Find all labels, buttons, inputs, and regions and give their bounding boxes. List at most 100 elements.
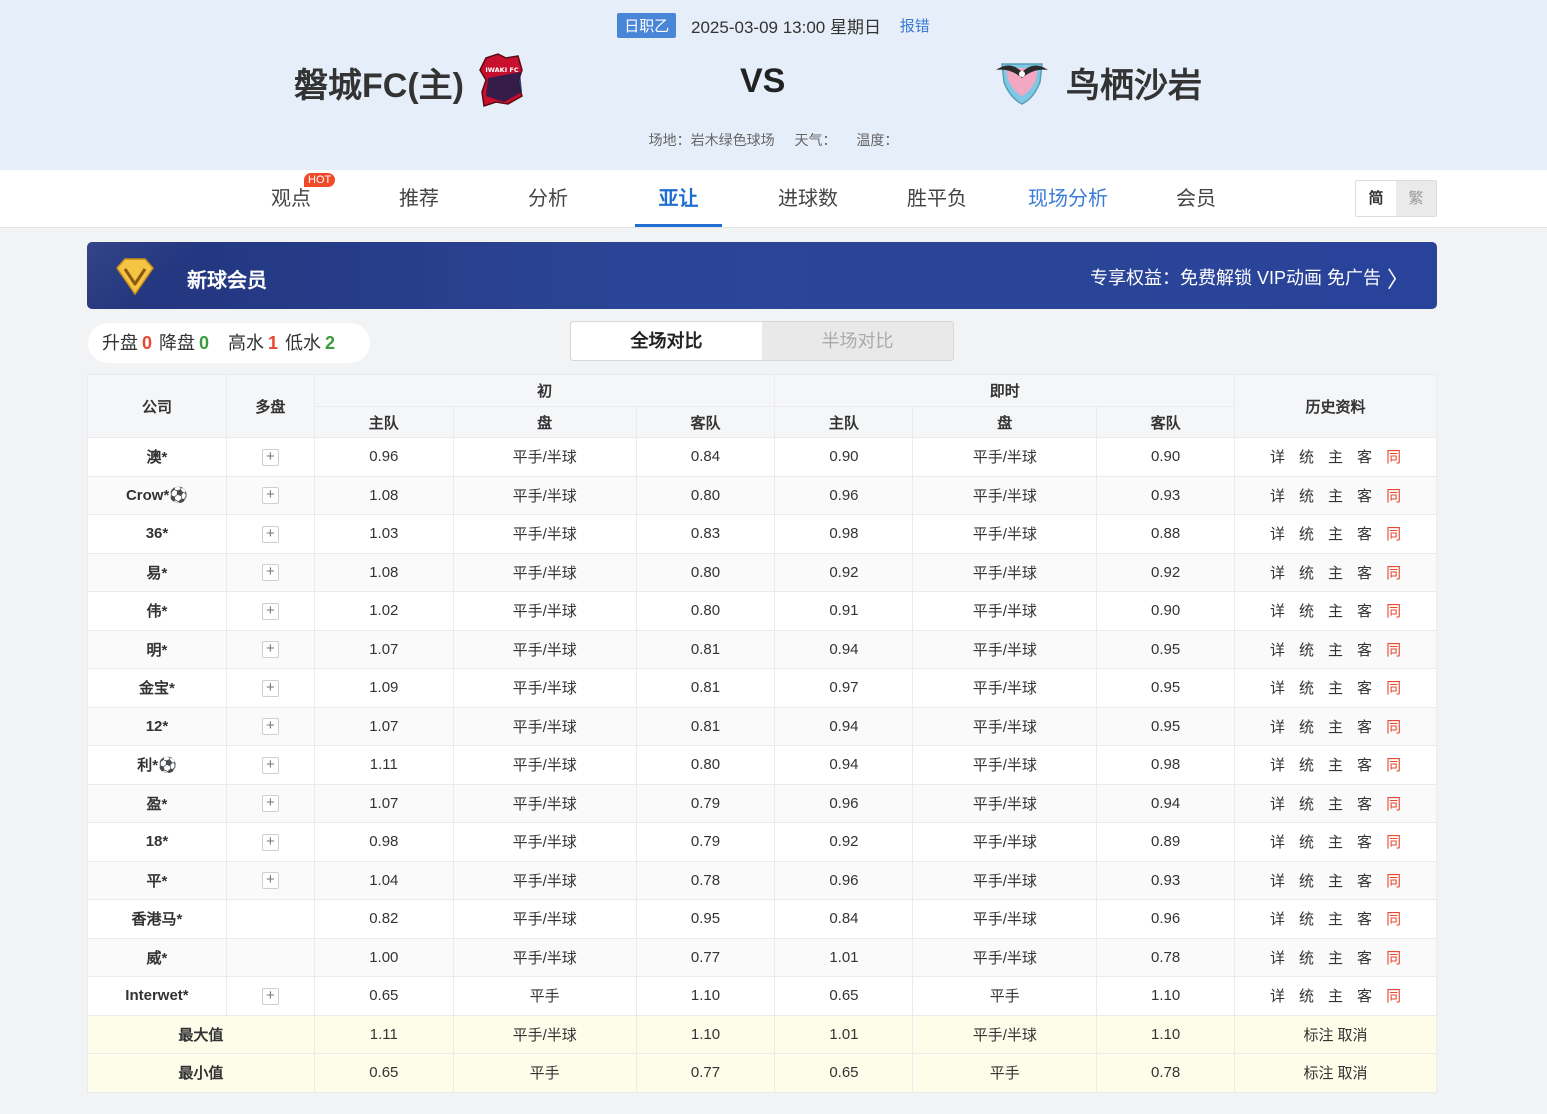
history-stats-link[interactable]: 统 xyxy=(1299,639,1314,660)
vip-benefit-text[interactable]: 专享权益：免费解锁 VIP动画 免广告 xyxy=(1090,264,1381,290)
history-same-link[interactable]: 同 xyxy=(1386,985,1401,1006)
vip-banner[interactable]: 新球会员 专享权益：免费解锁 VIP动画 免广告 〉 xyxy=(87,242,1437,309)
expand-plus-icon[interactable]: + xyxy=(261,987,279,1005)
history-away-link[interactable]: 客 xyxy=(1357,677,1372,698)
mark-link[interactable]: 标注 xyxy=(1304,1065,1334,1082)
half-match-compare-button[interactable]: 半场对比 xyxy=(762,322,953,360)
expand-plus-icon[interactable]: + xyxy=(261,795,279,813)
away-team-logo[interactable] xyxy=(994,56,1050,106)
history-away-link[interactable]: 客 xyxy=(1357,793,1372,814)
history-home-link[interactable]: 主 xyxy=(1328,908,1343,929)
tab-analysis[interactable]: 分析 xyxy=(519,170,577,227)
history-away-link[interactable]: 客 xyxy=(1357,523,1372,544)
history-home-link[interactable]: 主 xyxy=(1328,716,1343,737)
history-home-link[interactable]: 主 xyxy=(1328,677,1343,698)
history-stats-link[interactable]: 统 xyxy=(1299,831,1314,852)
expand-plus-icon[interactable]: + xyxy=(261,525,279,543)
expand-plus-icon[interactable]: + xyxy=(261,833,279,851)
history-home-link[interactable]: 主 xyxy=(1328,485,1343,506)
history-detail-link[interactable]: 详 xyxy=(1270,677,1285,698)
history-home-link[interactable]: 主 xyxy=(1328,562,1343,583)
history-away-link[interactable]: 客 xyxy=(1357,870,1372,891)
history-stats-link[interactable]: 统 xyxy=(1299,485,1314,506)
history-stats-link[interactable]: 统 xyxy=(1299,677,1314,698)
history-detail-link[interactable]: 详 xyxy=(1270,639,1285,660)
history-detail-link[interactable]: 详 xyxy=(1270,793,1285,814)
expand-plus-icon[interactable]: + xyxy=(261,872,279,890)
history-away-link[interactable]: 客 xyxy=(1357,908,1372,929)
tab-recommend[interactable]: 推荐 xyxy=(390,170,448,227)
company-name[interactable]: 18* xyxy=(87,822,227,862)
history-home-link[interactable]: 主 xyxy=(1328,639,1343,660)
company-name[interactable]: 12* xyxy=(87,706,227,746)
chevron-right-icon[interactable]: 〉 xyxy=(1387,262,1409,294)
history-away-link[interactable]: 客 xyxy=(1357,754,1372,775)
history-stats-link[interactable]: 统 xyxy=(1299,908,1314,929)
history-stats-link[interactable]: 统 xyxy=(1299,600,1314,621)
full-match-compare-button[interactable]: 全场对比 xyxy=(571,322,762,360)
expand-plus-icon[interactable]: + xyxy=(261,602,279,620)
expand-plus-icon[interactable]: + xyxy=(261,679,279,697)
history-stats-link[interactable]: 统 xyxy=(1299,716,1314,737)
expand-plus-icon[interactable]: + xyxy=(261,641,279,659)
history-away-link[interactable]: 客 xyxy=(1357,831,1372,852)
lang-simplified-button[interactable]: 简 xyxy=(1356,181,1396,216)
history-stats-link[interactable]: 统 xyxy=(1299,562,1314,583)
history-same-link[interactable]: 同 xyxy=(1386,639,1401,660)
history-away-link[interactable]: 客 xyxy=(1357,985,1372,1006)
history-home-link[interactable]: 主 xyxy=(1328,831,1343,852)
history-away-link[interactable]: 客 xyxy=(1357,639,1372,660)
history-same-link[interactable]: 同 xyxy=(1386,870,1401,891)
lang-traditional-button[interactable]: 繁 xyxy=(1396,181,1436,216)
history-same-link[interactable]: 同 xyxy=(1386,908,1401,929)
expand-plus-icon[interactable]: + xyxy=(261,756,279,774)
history-stats-link[interactable]: 统 xyxy=(1299,870,1314,891)
history-same-link[interactable]: 同 xyxy=(1386,562,1401,583)
history-home-link[interactable]: 主 xyxy=(1328,754,1343,775)
history-home-link[interactable]: 主 xyxy=(1328,446,1343,467)
company-name[interactable]: 36* xyxy=(87,514,227,554)
history-stats-link[interactable]: 统 xyxy=(1299,523,1314,544)
tab-win-draw-lose[interactable]: 胜平负 xyxy=(901,170,973,227)
history-detail-link[interactable]: 详 xyxy=(1270,600,1285,621)
history-detail-link[interactable]: 详 xyxy=(1270,716,1285,737)
company-name[interactable]: 盈* xyxy=(87,783,227,823)
history-same-link[interactable]: 同 xyxy=(1386,677,1401,698)
history-stats-link[interactable]: 统 xyxy=(1299,793,1314,814)
history-away-link[interactable]: 客 xyxy=(1357,562,1372,583)
away-team-name[interactable]: 鸟栖沙岩 xyxy=(1066,58,1202,107)
company-name[interactable]: 金宝* xyxy=(87,668,227,708)
history-same-link[interactable]: 同 xyxy=(1386,485,1401,506)
history-home-link[interactable]: 主 xyxy=(1328,870,1343,891)
league-badge[interactable]: 日职乙 xyxy=(617,13,677,38)
tab-live-analysis[interactable]: 现场分析 xyxy=(1022,170,1114,227)
history-away-link[interactable]: 客 xyxy=(1357,947,1372,968)
history-detail-link[interactable]: 详 xyxy=(1270,908,1285,929)
history-home-link[interactable]: 主 xyxy=(1328,793,1343,814)
home-team-name[interactable]: 磐城FC(主) xyxy=(294,58,464,107)
report-error-link[interactable]: 报错 xyxy=(900,18,930,35)
history-detail-link[interactable]: 详 xyxy=(1270,870,1285,891)
history-same-link[interactable]: 同 xyxy=(1386,831,1401,852)
company-name[interactable]: 威* xyxy=(87,937,227,977)
company-name[interactable]: Interwet* xyxy=(87,976,227,1016)
company-name[interactable]: 澳* xyxy=(87,437,227,477)
expand-plus-icon[interactable]: + xyxy=(261,718,279,736)
history-detail-link[interactable]: 详 xyxy=(1270,523,1285,544)
history-away-link[interactable]: 客 xyxy=(1357,446,1372,467)
history-stats-link[interactable]: 统 xyxy=(1299,985,1314,1006)
company-name[interactable]: 平* xyxy=(87,860,227,900)
company-name[interactable]: 易* xyxy=(87,552,227,592)
history-away-link[interactable]: 客 xyxy=(1357,485,1372,506)
history-away-link[interactable]: 客 xyxy=(1357,600,1372,621)
company-name[interactable]: 明* xyxy=(87,629,227,669)
history-same-link[interactable]: 同 xyxy=(1386,754,1401,775)
history-detail-link[interactable]: 详 xyxy=(1270,754,1285,775)
history-same-link[interactable]: 同 xyxy=(1386,523,1401,544)
company-name[interactable]: 利*⚽ xyxy=(87,745,227,785)
history-same-link[interactable]: 同 xyxy=(1386,793,1401,814)
history-detail-link[interactable]: 详 xyxy=(1270,446,1285,467)
history-home-link[interactable]: 主 xyxy=(1328,985,1343,1006)
history-home-link[interactable]: 主 xyxy=(1328,523,1343,544)
company-name[interactable]: 伟* xyxy=(87,591,227,631)
